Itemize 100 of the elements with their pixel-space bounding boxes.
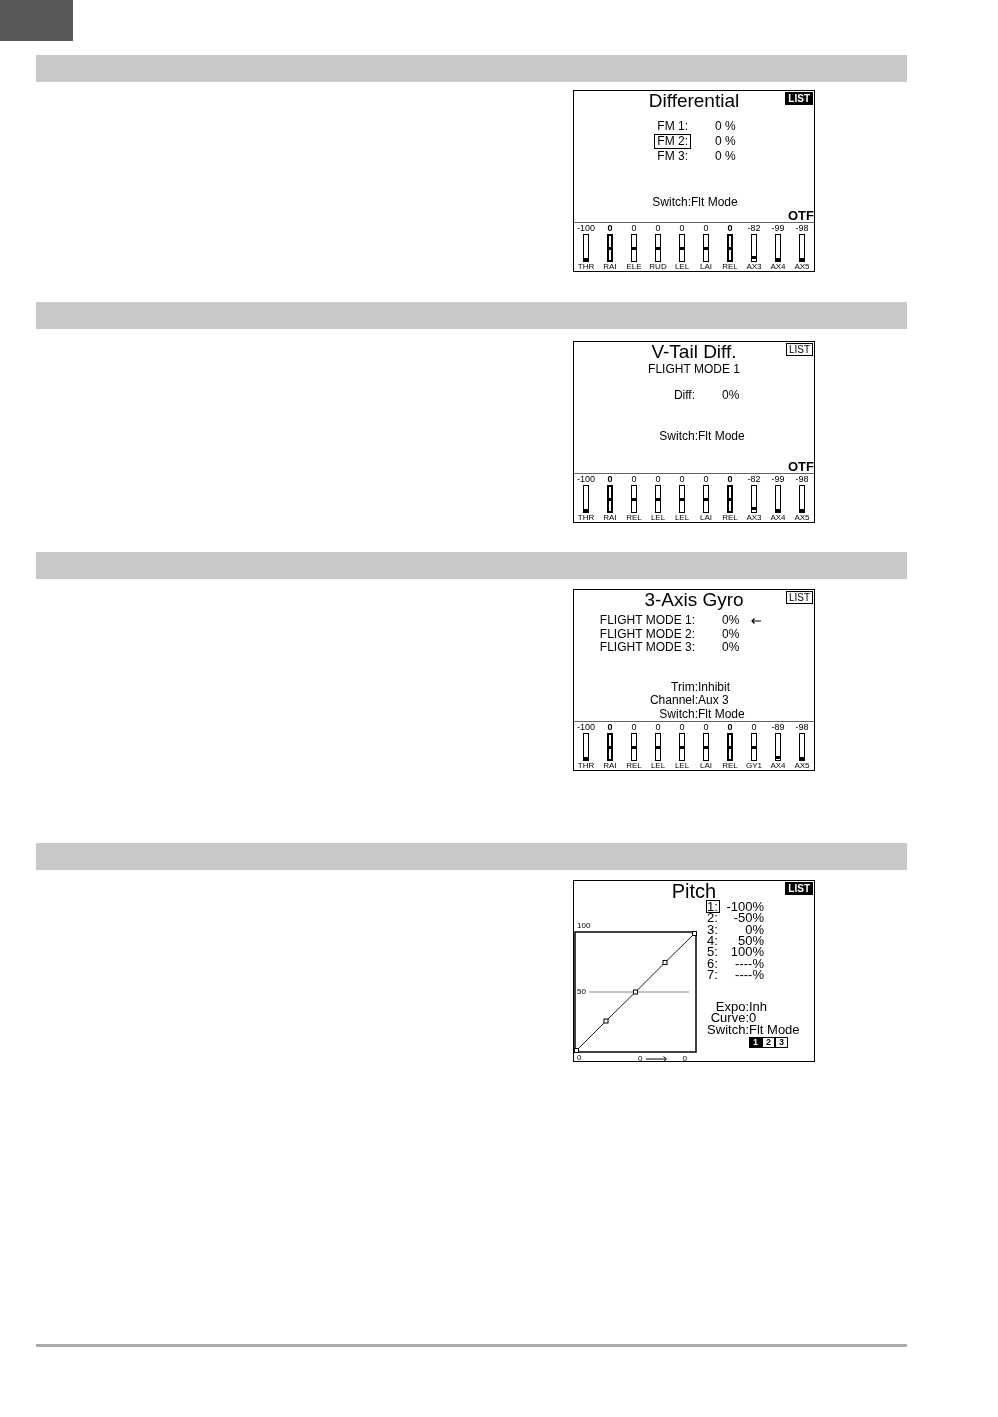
channel-name: THR	[577, 262, 595, 271]
channel-name: RAI	[603, 513, 617, 522]
channel-reading: -100	[577, 223, 595, 233]
channel-reading: -99	[771, 223, 785, 233]
setting-value: Inhibit	[698, 680, 731, 694]
channel-name: AX3	[746, 513, 762, 522]
channel-reading: 0	[607, 474, 613, 484]
row-label: FM 2:	[654, 134, 691, 149]
point-label: 4:	[706, 934, 719, 948]
row-value: 0 %	[715, 150, 736, 163]
channel-reading: -100	[577, 474, 595, 484]
list-button[interactable]: LIST	[785, 343, 813, 356]
channel-reading: 0	[631, 722, 637, 732]
channel-reading: -99	[771, 474, 785, 484]
setting-value: Flt Mode	[749, 1023, 800, 1036]
channel-name: THR	[577, 761, 595, 770]
list-button[interactable]: LIST	[785, 591, 813, 604]
channel-reading: -89	[771, 722, 785, 732]
setting-label: Switch:	[652, 195, 691, 209]
point-label: 5:	[706, 945, 719, 959]
channel-name: ELE	[626, 262, 642, 271]
row-label: FLIGHT MODE 3:	[598, 640, 696, 656]
point-value: 100%	[729, 946, 764, 958]
screen-title: Differential	[648, 91, 740, 111]
channel-name: AX3	[746, 262, 762, 271]
setting-label: Switch:	[659, 429, 698, 443]
point-value: -50%	[733, 912, 764, 924]
channel-reading: 0	[679, 474, 685, 484]
channel-reading: 0	[727, 223, 733, 233]
channel-reading: 0	[655, 722, 661, 732]
row-label: FM 1:	[656, 119, 689, 134]
channel-name: REL	[626, 761, 642, 770]
point-value: 0%	[745, 923, 764, 935]
channel-reading: 0	[751, 722, 757, 732]
channel-name: LEL	[674, 262, 690, 271]
row-value: 0%	[722, 627, 740, 641]
channel-name: AX4	[770, 761, 786, 770]
channel-name: LEL	[674, 761, 690, 770]
channel-name: LEL	[650, 513, 666, 522]
channel-name: GY1	[746, 761, 762, 770]
setting-label: Switch:	[707, 1023, 749, 1036]
setting-value: Flt Mode	[698, 707, 745, 721]
channel-name: AX5	[794, 262, 810, 271]
channel-name: RUD	[649, 262, 667, 271]
channel-name: REL	[722, 761, 738, 770]
channel-reading: -98	[795, 223, 809, 233]
curve-point	[633, 989, 638, 995]
channel-name: LEL	[674, 513, 690, 522]
list-button[interactable]: LIST	[785, 92, 813, 105]
flight-mode-tab[interactable]: 1	[749, 1036, 762, 1048]
channel-reading: -98	[795, 722, 809, 732]
point-label: 6:	[706, 956, 719, 970]
setting-value: Inh	[749, 1000, 768, 1013]
channel-reading: -98	[795, 474, 809, 484]
channel-name: RAI	[603, 262, 617, 271]
channel-name: THR	[577, 513, 595, 522]
row-value: 0%	[722, 641, 740, 655]
channel-name: LEL	[650, 761, 666, 770]
channel-reading: 0	[727, 474, 733, 484]
row-value: 0%	[722, 614, 740, 628]
output-value: 0	[682, 1054, 687, 1063]
channel-name: REL	[722, 262, 738, 271]
list-button[interactable]: LIST	[785, 882, 813, 895]
axis-tick-label: 0	[577, 1054, 582, 1062]
channel-reading: 0	[607, 722, 613, 732]
channel-reading: 0	[631, 474, 637, 484]
channel-reading: 0	[679, 722, 685, 732]
axis-tick-label: 100	[577, 922, 591, 930]
setting-label: Expo:	[715, 1000, 749, 1013]
channel-reading: 0	[655, 223, 661, 233]
setting-value: Flt Mode	[691, 195, 738, 209]
point-value: -100%	[725, 901, 764, 913]
setting-label: Trim:	[671, 680, 698, 694]
channel-name: AX4	[770, 513, 786, 522]
curve-point	[692, 931, 697, 936]
row-label: FM 3:	[656, 149, 689, 164]
channel-reading: 0	[631, 223, 637, 233]
point-label: 2:	[706, 911, 719, 925]
channel-name: LAI	[700, 761, 712, 770]
setting-label: Channel:	[649, 694, 698, 708]
input-value: 0	[638, 1054, 643, 1063]
row-label: FLIGHT MODE 1:	[598, 613, 696, 629]
setting-label: Curve:	[710, 1012, 749, 1025]
flight-mode-tab[interactable]: 2	[762, 1036, 775, 1048]
point-value: 50%	[737, 935, 764, 947]
row-value: 0 %	[715, 120, 736, 133]
point-value: ----%	[735, 957, 764, 969]
row-value: 0 %	[715, 135, 736, 148]
setting-value: Flt Mode	[698, 429, 745, 443]
flight-mode-tab[interactable]: 3	[775, 1036, 788, 1048]
point-label: 1:	[706, 900, 720, 914]
channel-name: LAI	[700, 262, 712, 271]
screen-subtitle: FLIGHT MODE 1	[648, 362, 740, 376]
channel-name: LAI	[700, 513, 712, 522]
setting-value: Aux 3	[698, 694, 729, 708]
channel-reading: 0	[703, 722, 709, 732]
otf-label: OTF	[788, 209, 814, 222]
channel-reading: -82	[747, 223, 761, 233]
channel-name: REL	[722, 513, 738, 522]
channel-reading: 0	[655, 474, 661, 484]
